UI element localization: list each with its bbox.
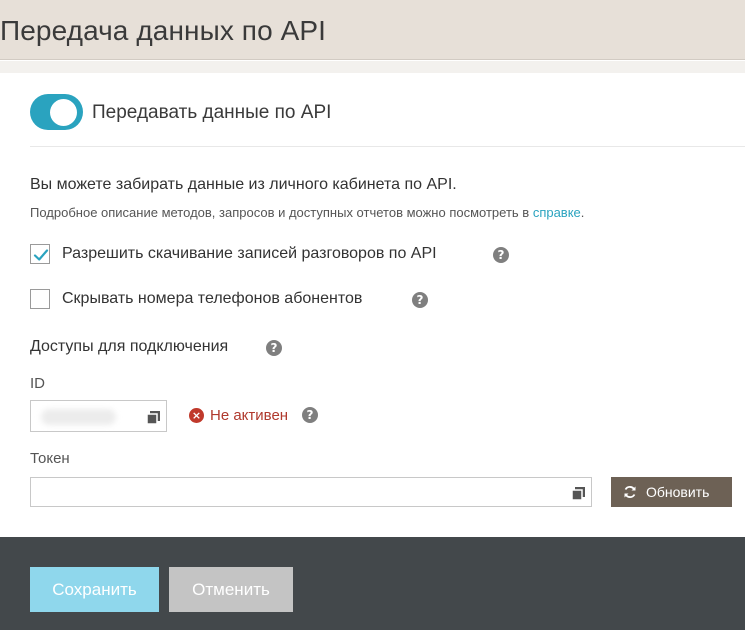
header-spacer	[0, 61, 745, 73]
help-text-suffix: .	[580, 205, 585, 220]
help-question-icon[interactable]: ?	[266, 340, 282, 356]
api-toggle-label: Передавать данные по API	[92, 102, 332, 123]
page-title: Передача данных по API	[0, 15, 327, 46]
help-question-icon[interactable]: ?	[493, 247, 509, 263]
refresh-token-button[interactable]: Обновить	[611, 477, 732, 507]
api-toggle-switch[interactable]	[30, 94, 83, 130]
copy-icon[interactable]	[572, 487, 585, 500]
hide-phones-checkbox[interactable]	[30, 289, 50, 309]
access-title-text: Доступы для подключения	[30, 338, 229, 355]
save-button[interactable]: Сохранить	[30, 567, 159, 612]
cancel-button[interactable]: Отменить	[169, 567, 293, 612]
id-field[interactable]	[30, 400, 167, 432]
intro-text: Вы можете забирать данные из личного каб…	[30, 176, 457, 193]
help-question-icon[interactable]: ?	[412, 292, 428, 308]
id-label: ID	[30, 375, 45, 392]
error-icon: ×	[189, 408, 204, 423]
help-text-prefix: Подробное описание методов, запросов и д…	[30, 205, 533, 220]
refresh-icon	[624, 486, 636, 498]
token-label: Токен	[30, 450, 70, 467]
checkmark-icon	[33, 249, 49, 261]
divider	[30, 146, 745, 147]
access-section-title: Доступы для подключения	[30, 338, 228, 356]
allow-recordings-label: Разрешить скачивание записей разговоров …	[62, 245, 437, 262]
help-question-icon[interactable]: ?	[302, 407, 318, 423]
copy-icon[interactable]	[147, 411, 160, 424]
help-link[interactable]: справке	[533, 205, 581, 220]
allow-recordings-checkbox[interactable]	[30, 244, 50, 264]
id-value-redacted	[41, 409, 116, 425]
status-text: Не активен	[210, 407, 289, 424]
toggle-knob	[50, 99, 77, 126]
refresh-label: Обновить	[646, 484, 710, 500]
hide-phones-label: Скрывать номера телефонов абонентов	[62, 290, 363, 307]
page-header: Передача данных по API	[0, 0, 745, 60]
help-text: Подробное описание методов, запросов и д…	[30, 205, 584, 220]
token-field[interactable]	[30, 477, 592, 507]
